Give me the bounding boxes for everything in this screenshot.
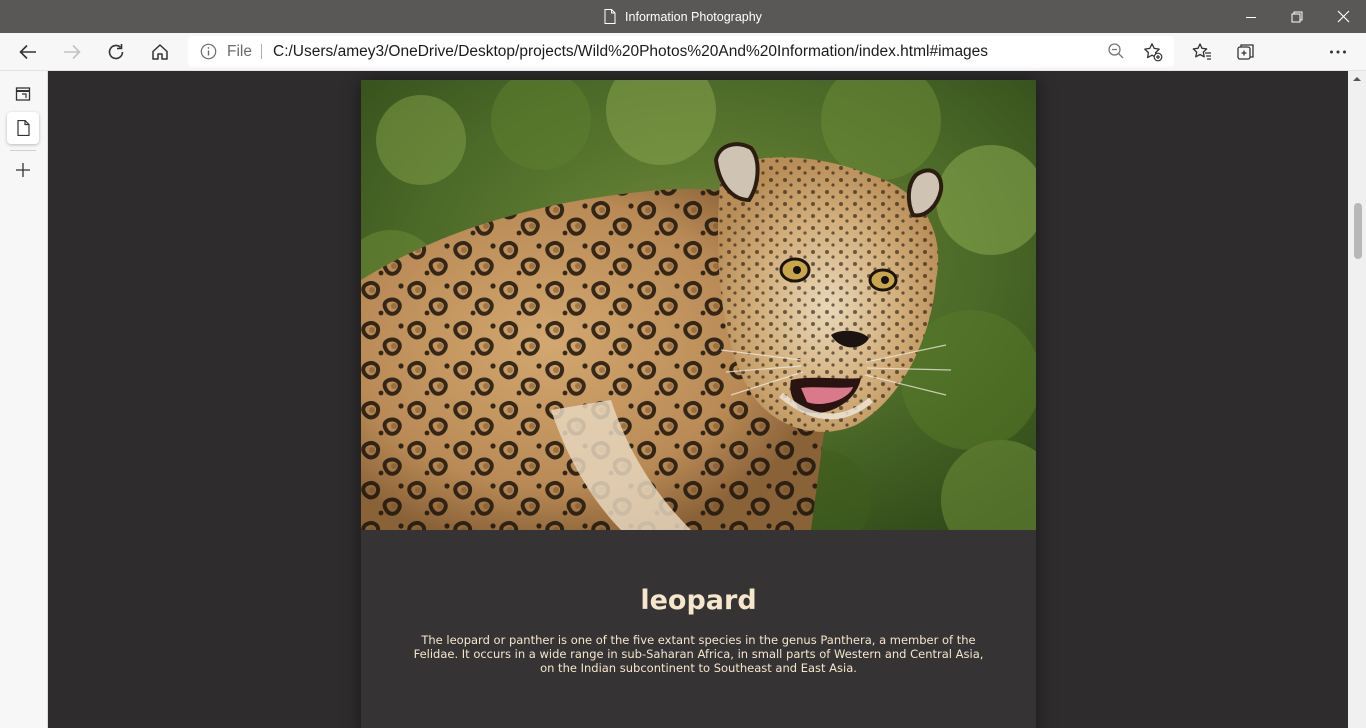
sidebar-divider — [10, 150, 36, 151]
zoom-out-icon[interactable] — [1107, 42, 1125, 60]
tab-actions-button[interactable] — [7, 78, 39, 110]
forward-button[interactable] — [56, 36, 88, 68]
window-title: Information Photography — [625, 9, 762, 24]
more-icon — [1330, 50, 1346, 54]
browser-toolbar: File C:/Users/amey3/OneDrive/Desktop/pro… — [0, 33, 1366, 97]
restore-icon — [1291, 11, 1303, 22]
arrow-right-icon — [64, 44, 81, 60]
home-icon — [152, 44, 168, 60]
address-separator — [261, 44, 262, 59]
address-url[interactable]: C:/Users/amey3/OneDrive/Desktop/projects… — [273, 36, 988, 67]
animal-heading: leopard — [640, 585, 757, 616]
page-scrollbar[interactable] — [1348, 71, 1366, 728]
tab-actions-icon — [15, 87, 31, 101]
vertical-tabs-sidebar — [0, 71, 48, 728]
window-titlebar: Information Photography — [0, 0, 1366, 33]
animal-description: The leopard or panther is one of the fiv… — [413, 633, 984, 675]
home-button[interactable] — [144, 36, 176, 68]
info-icon — [200, 43, 217, 60]
collections-button[interactable] — [1230, 36, 1262, 68]
minimize-icon — [1246, 16, 1256, 18]
arrow-left-icon — [19, 44, 36, 60]
page-icon — [604, 9, 616, 24]
close-icon — [1337, 10, 1349, 23]
window-title-area: Information Photography — [0, 0, 1366, 33]
new-tab-button[interactable] — [7, 154, 39, 186]
favorites-icon — [1192, 43, 1211, 60]
add-favorite-icon[interactable] — [1143, 42, 1163, 62]
page-viewport: leopard The leopard or panther is one of… — [48, 71, 1348, 728]
refresh-icon — [108, 44, 124, 60]
settings-more-button[interactable] — [1322, 36, 1354, 68]
plus-icon — [16, 163, 30, 177]
tab-information-photography[interactable] — [7, 112, 39, 144]
collections-icon — [1237, 44, 1254, 60]
minimize-button[interactable] — [1228, 0, 1274, 33]
refresh-button[interactable] — [100, 36, 132, 68]
animal-card: leopard The leopard or panther is one of… — [361, 80, 1036, 728]
restore-button[interactable] — [1274, 0, 1320, 33]
back-button[interactable] — [12, 36, 44, 68]
leopard-photo — [361, 80, 1036, 530]
address-bar[interactable]: File C:/Users/amey3/OneDrive/Desktop/pro… — [188, 36, 1174, 67]
leopard-image — [361, 80, 1036, 530]
address-scheme-label: File — [227, 43, 252, 60]
scrollbar-thumb[interactable] — [1354, 203, 1362, 259]
page-icon — [16, 120, 30, 136]
scroll-up-arrow-icon[interactable] — [1352, 75, 1362, 83]
favorites-button[interactable] — [1186, 36, 1218, 68]
close-button[interactable] — [1320, 0, 1366, 33]
